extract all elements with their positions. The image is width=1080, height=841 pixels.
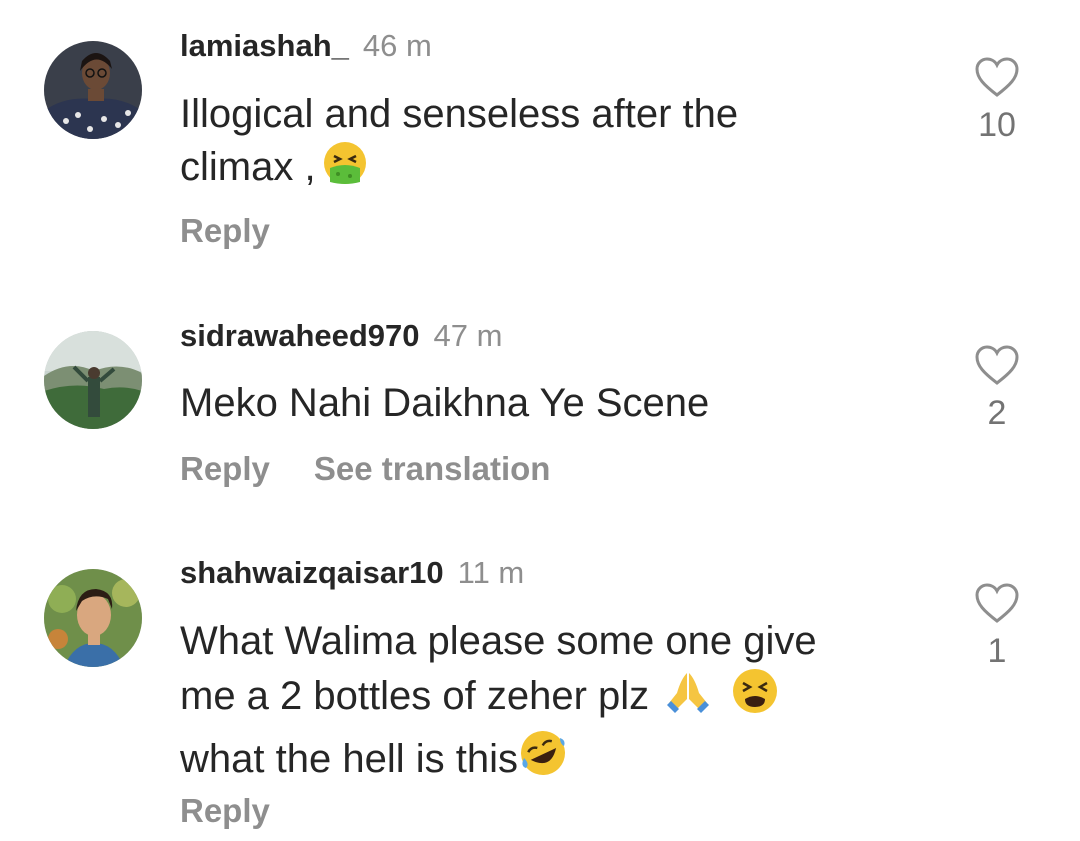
- like-group: 2: [966, 344, 1028, 433]
- comment-text-line-wrap: what the hell is this: [180, 728, 900, 791]
- comment-text: What Walima please some one give me a 2 …: [180, 615, 900, 791]
- nauseated-face-emoji: [322, 140, 368, 199]
- woman-with-glasses-avatar: [44, 41, 142, 139]
- heart-outline-icon[interactable]: [966, 582, 1028, 624]
- like-count: 1: [987, 632, 1007, 670]
- comment-text-line-wrap: me a 2 bottles of zeher plz: [180, 667, 900, 728]
- timestamp: 47 m: [433, 318, 503, 353]
- comment-text: Illogical and senseless after the climax…: [180, 88, 900, 199]
- comment-text-line: what the hell is this: [180, 737, 518, 781]
- young-man-avatar: [44, 569, 142, 667]
- avatar[interactable]: [44, 569, 142, 667]
- username[interactable]: lamiashah_: [180, 28, 349, 63]
- timestamp: 46 m: [362, 28, 432, 63]
- like-group: 10: [966, 56, 1028, 145]
- reply-button[interactable]: Reply: [180, 450, 270, 487]
- comment-text-line: me a 2 bottles of zeher plz: [180, 674, 650, 718]
- comment-meta: shahwaizqaisar10 11 m: [180, 555, 524, 591]
- like-count: 10: [978, 106, 1016, 144]
- comment-meta: sidrawaheed970 47 m: [180, 318, 502, 354]
- see-translation-button[interactable]: See translation: [314, 450, 551, 487]
- comment-text-line-wrap: climax ,: [180, 140, 900, 199]
- comment-text-line: climax ,: [180, 145, 316, 189]
- timestamp: 11 m: [457, 555, 525, 590]
- comment-text: Meko Nahi Daikhna Ye Scene: [180, 377, 900, 429]
- avatar[interactable]: [44, 41, 142, 139]
- comment-text-line: Illogical and senseless after the: [180, 92, 739, 136]
- comment-actions: Reply: [180, 212, 270, 250]
- folded-hands-emoji: [663, 669, 713, 728]
- comment-meta: lamiashah_ 46 m: [180, 28, 432, 64]
- rolling-laughing-emoji: [518, 728, 568, 791]
- landscape-person-avatar: [44, 331, 142, 429]
- reply-button[interactable]: Reply: [180, 212, 270, 249]
- tired-face-emoji: [731, 667, 779, 728]
- heart-outline-icon[interactable]: [966, 56, 1028, 98]
- comment-text-line: Meko Nahi Daikhna Ye Scene: [180, 381, 710, 425]
- comment-actions: Reply See translation: [180, 450, 550, 488]
- reply-button[interactable]: Reply: [180, 792, 270, 829]
- username[interactable]: sidrawaheed970: [180, 318, 420, 353]
- heart-outline-icon[interactable]: [966, 344, 1028, 386]
- username[interactable]: shahwaizqaisar10: [180, 555, 444, 590]
- comment-actions: Reply: [180, 792, 270, 830]
- comment-text-line: What Walima please some one give: [180, 619, 817, 663]
- avatar[interactable]: [44, 331, 142, 429]
- like-count: 2: [987, 394, 1007, 432]
- like-group: 1: [966, 582, 1028, 671]
